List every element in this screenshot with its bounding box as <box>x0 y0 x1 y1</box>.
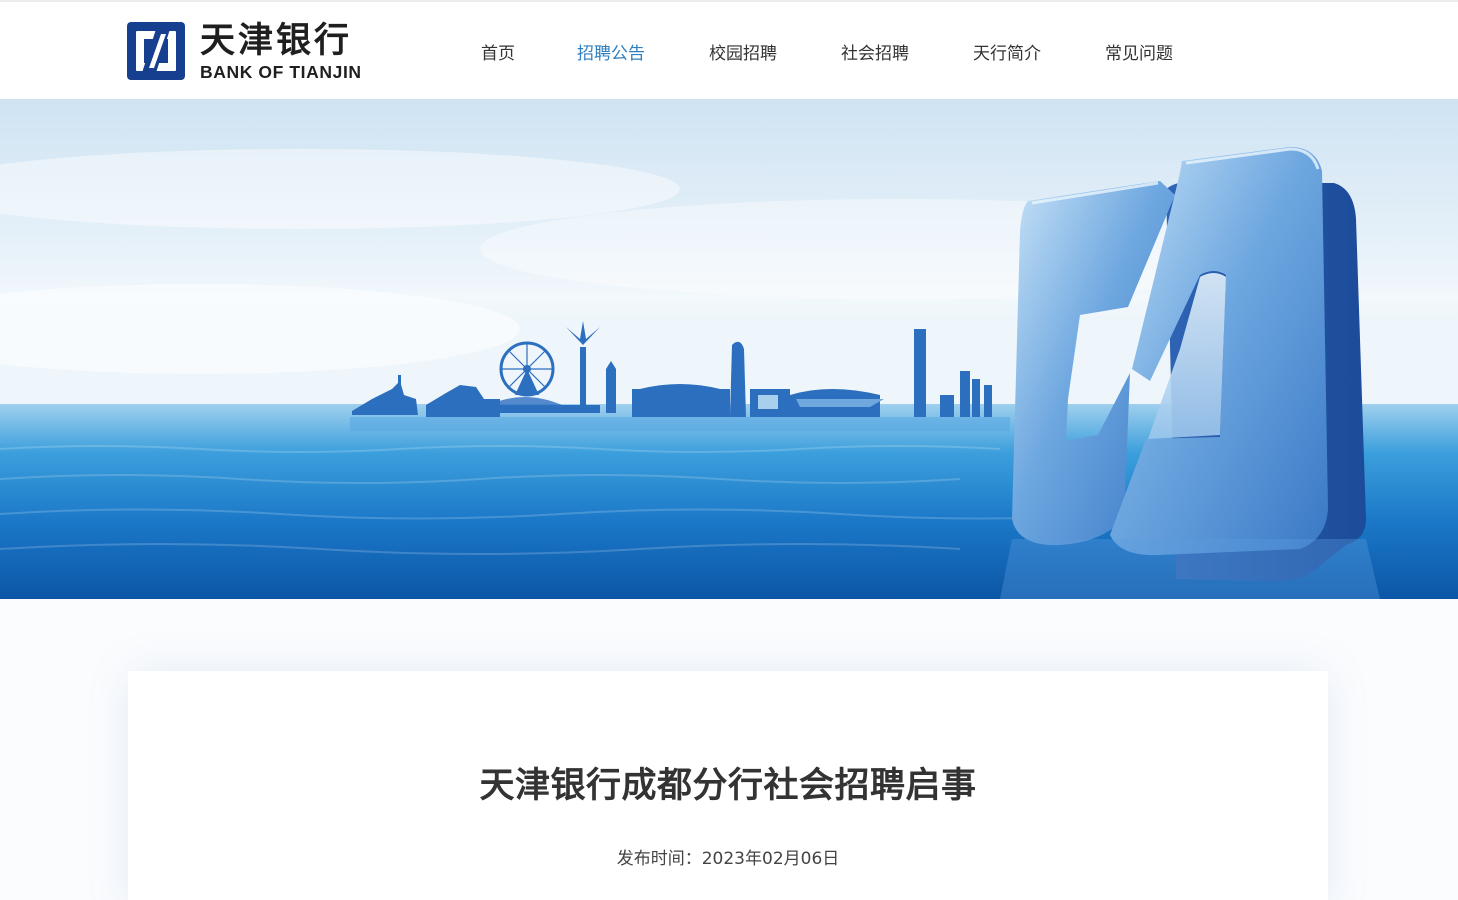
nav-item-about[interactable]: 天行简介 <box>973 42 1041 66</box>
site-header: 天津银行 BANK OF TIANJIN 首页 招聘公告 校园招聘 社会招聘 天… <box>0 0 1458 99</box>
nav-item-home[interactable]: 首页 <box>481 42 515 66</box>
bank-logo[interactable]: 天津银行 BANK OF TIANJIN <box>127 21 407 82</box>
publish-meta: 发布时间：2023年02月06日 <box>128 847 1328 871</box>
publish-label: 发布时间： <box>616 849 702 869</box>
bank-logo-icon <box>127 22 185 80</box>
nav-item-recruitment-notice[interactable]: 招聘公告 <box>577 42 645 66</box>
nav-item-social-recruitment[interactable]: 社会招聘 <box>841 42 909 66</box>
article-title: 天津银行成都分行社会招聘启事 <box>479 766 977 806</box>
article-card: 天津银行成都分行社会招聘启事 发布时间：2023年02月06日 <box>128 671 1328 900</box>
logo-text-en: BANK OF TIANJIN <box>200 62 362 82</box>
publish-date: 2023年02月06日 <box>701 849 840 869</box>
logo-text-cn: 天津银行 <box>200 21 353 61</box>
hero-banner <box>0 99 1458 599</box>
nav-item-faq[interactable]: 常见问题 <box>1105 42 1173 66</box>
bank-3d-logo-icon <box>1000 147 1380 599</box>
nav-item-campus-recruitment[interactable]: 校园招聘 <box>709 42 777 66</box>
banner-illustration <box>0 99 1458 599</box>
